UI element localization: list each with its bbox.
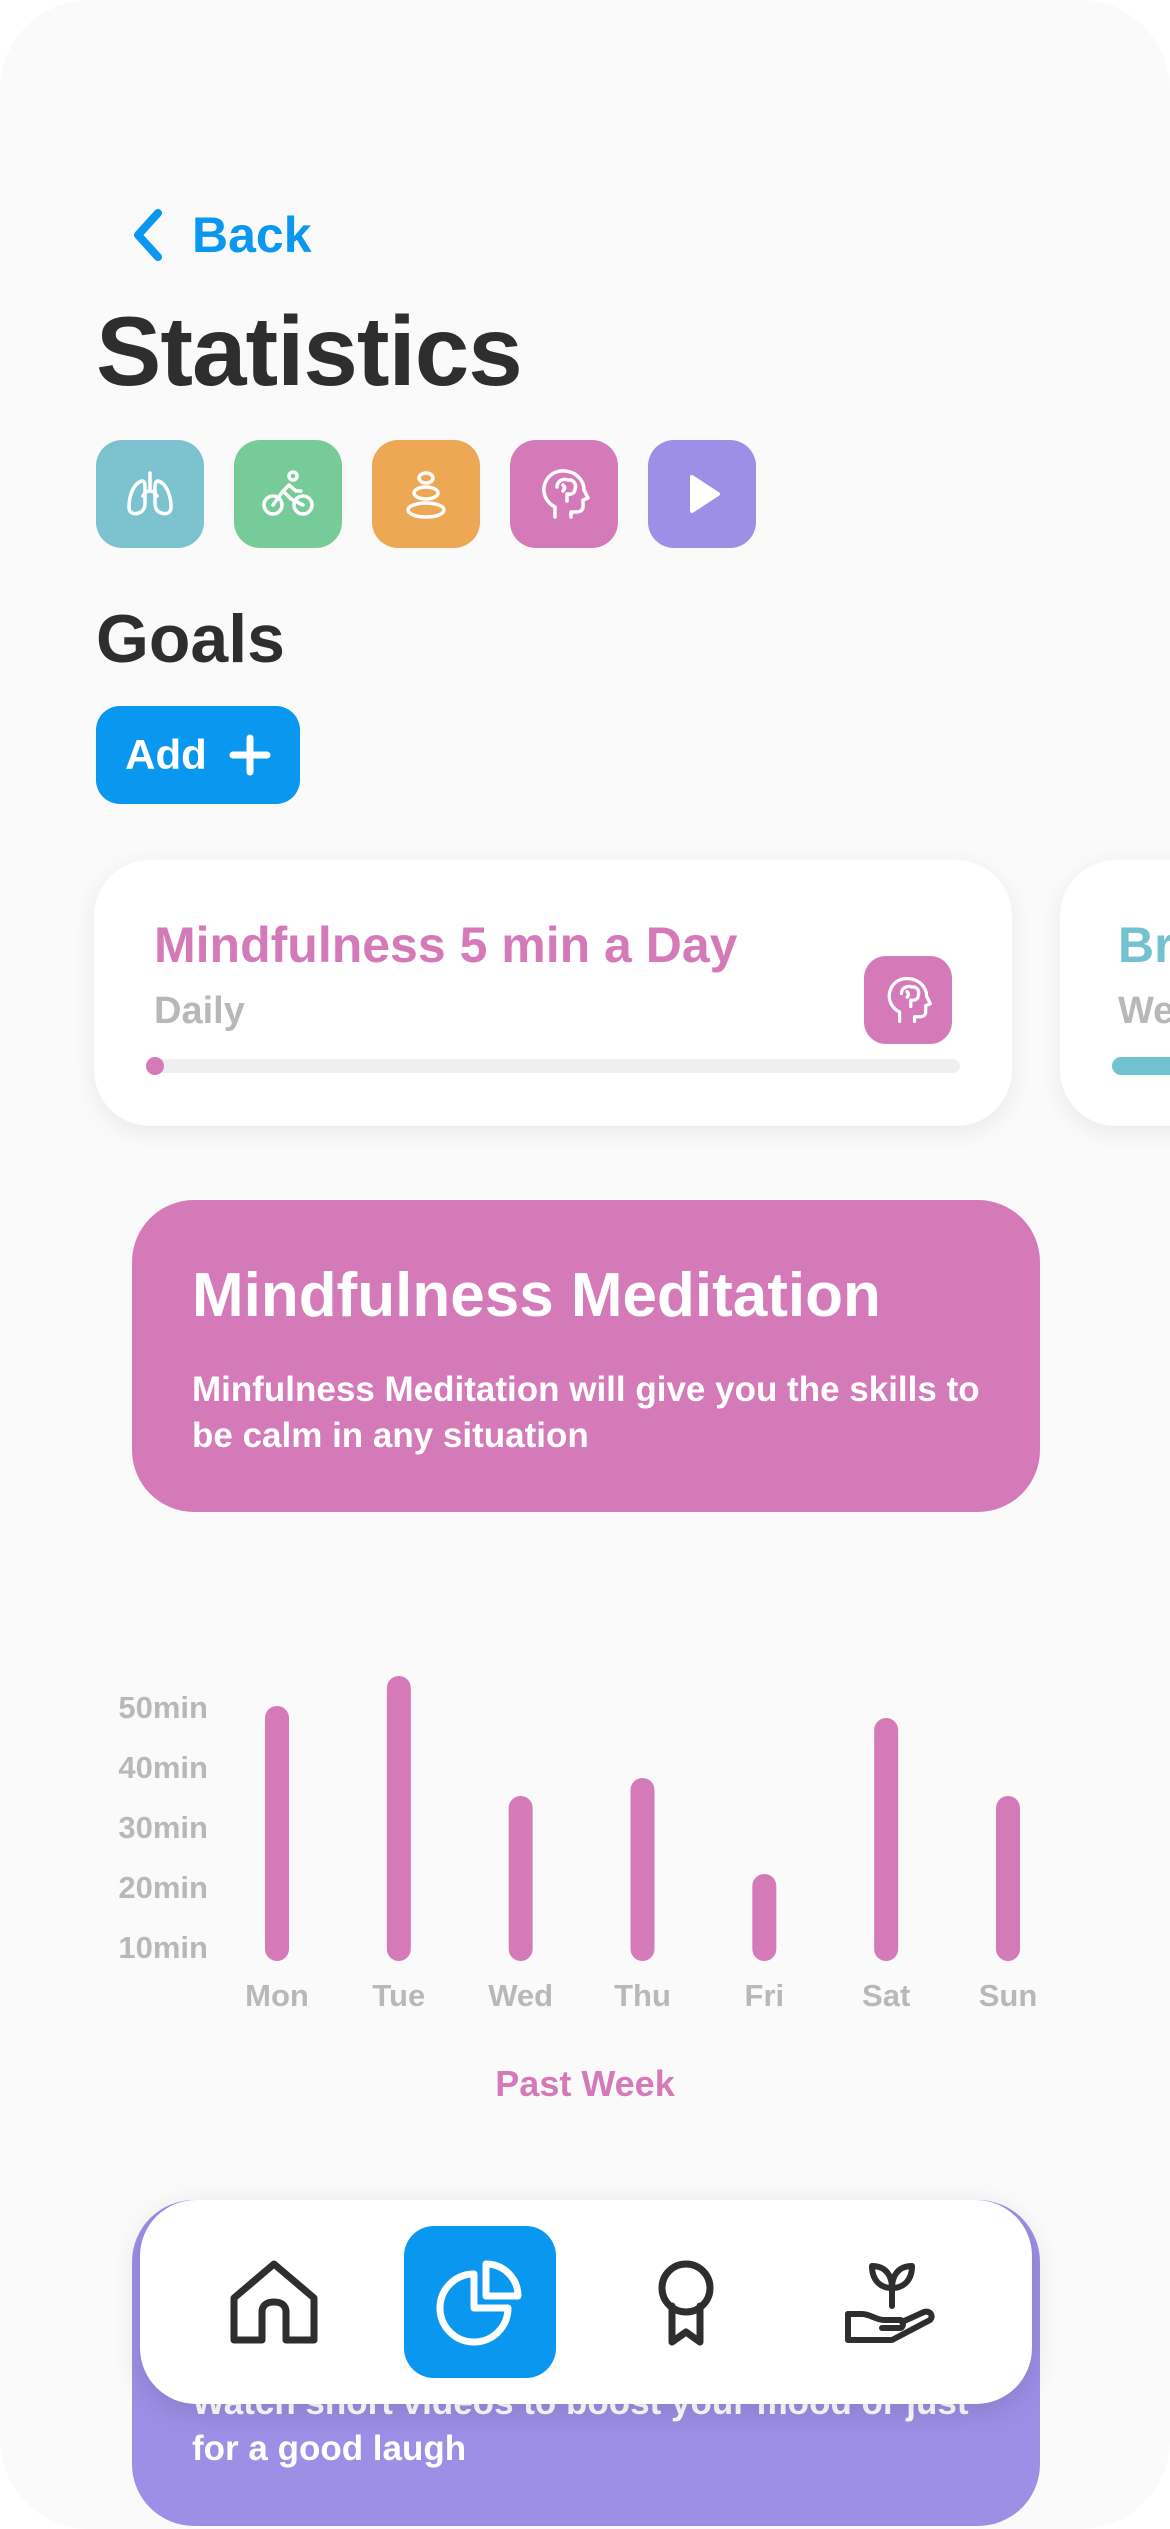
category-exercise[interactable] bbox=[234, 440, 342, 548]
category-mindfulness[interactable] bbox=[510, 440, 618, 548]
phone-screen: Back Statistics Goals Add Mindfulness 5 … bbox=[0, 0, 1170, 2529]
plus-icon bbox=[229, 734, 271, 776]
nav-growth[interactable] bbox=[816, 2226, 968, 2378]
x-tick-label: Mon bbox=[245, 1978, 309, 2013]
bottom-nav bbox=[140, 2200, 1032, 2404]
brain-head-icon bbox=[542, 469, 590, 519]
meditation-info-card[interactable]: Mindfulness Meditation Minfulness Medita… bbox=[132, 1200, 1040, 1512]
goal-progress-fill bbox=[146, 1057, 164, 1075]
cycling-icon bbox=[262, 470, 314, 516]
category-breathing[interactable] bbox=[96, 440, 204, 548]
bar-thu bbox=[630, 1778, 655, 1961]
goal-title: Mindfulness 5 min a Day bbox=[154, 917, 738, 973]
x-tick-label: Sun bbox=[979, 1978, 1038, 2013]
y-tick-label: 20min bbox=[118, 1870, 208, 1905]
goal-category-badge bbox=[864, 956, 952, 1044]
goal-card[interactable]: Br We bbox=[1060, 860, 1170, 1126]
bar-sat bbox=[874, 1718, 899, 1961]
x-tick-label: Tue bbox=[372, 1978, 425, 2013]
bar-mon bbox=[265, 1706, 289, 1961]
bar-sun bbox=[996, 1796, 1020, 1961]
play-icon bbox=[690, 475, 720, 513]
brain-head-icon bbox=[887, 976, 932, 1024]
add-goal-button[interactable]: Add bbox=[96, 706, 300, 804]
chevron-left-icon bbox=[134, 209, 162, 261]
stones-icon bbox=[406, 471, 446, 519]
x-tick-label: Wed bbox=[488, 1978, 553, 2013]
goal-progress-track bbox=[146, 1057, 960, 1075]
goal-frequency: We bbox=[1118, 990, 1170, 1032]
bar-wed bbox=[508, 1796, 533, 1961]
info-card-title: Mindfulness Meditation bbox=[192, 1261, 881, 1330]
goal-frequency: Daily bbox=[154, 990, 245, 1032]
award-icon bbox=[658, 2260, 714, 2346]
page-title: Statistics bbox=[96, 296, 523, 406]
lungs-icon bbox=[127, 471, 173, 516]
nav-statistics[interactable] bbox=[404, 2226, 556, 2378]
category-balance[interactable] bbox=[372, 440, 480, 548]
x-tick-label: Fri bbox=[745, 1978, 785, 2013]
back-button[interactable]: Back bbox=[130, 200, 312, 270]
bar-fri bbox=[752, 1874, 777, 1961]
x-tick-label: Thu bbox=[614, 1978, 671, 2013]
bar-tue bbox=[386, 1676, 411, 1961]
plant-hand-icon bbox=[845, 2263, 935, 2343]
nav-home[interactable] bbox=[198, 2226, 350, 2378]
info-card-description: Minfulness Meditation will give you the … bbox=[192, 1370, 980, 1455]
goal-card[interactable]: Mindfulness 5 min a Day Daily bbox=[94, 860, 1012, 1126]
goal-title: Br bbox=[1118, 917, 1170, 973]
x-tick-label: Sat bbox=[862, 1978, 910, 2013]
y-tick-label: 10min bbox=[118, 1930, 208, 1965]
goals-heading: Goals bbox=[96, 601, 285, 677]
nav-achievements[interactable] bbox=[610, 2226, 762, 2378]
goal-progress-fill bbox=[1112, 1057, 1170, 1075]
y-tick-label: 40min bbox=[118, 1750, 208, 1785]
add-goal-label: Add bbox=[125, 731, 207, 778]
y-tick-label: 30min bbox=[118, 1810, 208, 1845]
weekly-bar-chart: 10min 20min 30min 40min 50min Mon Tue Wed Thu Fri… bbox=[118, 1676, 1038, 2013]
pie-chart-icon bbox=[436, 2260, 522, 2346]
y-tick-label: 50min bbox=[118, 1690, 208, 1725]
category-row bbox=[96, 440, 756, 548]
home-icon bbox=[230, 2260, 318, 2344]
category-videos[interactable] bbox=[648, 440, 756, 548]
chart-x-label: Past Week bbox=[495, 2063, 675, 2104]
back-label: Back bbox=[192, 207, 312, 263]
